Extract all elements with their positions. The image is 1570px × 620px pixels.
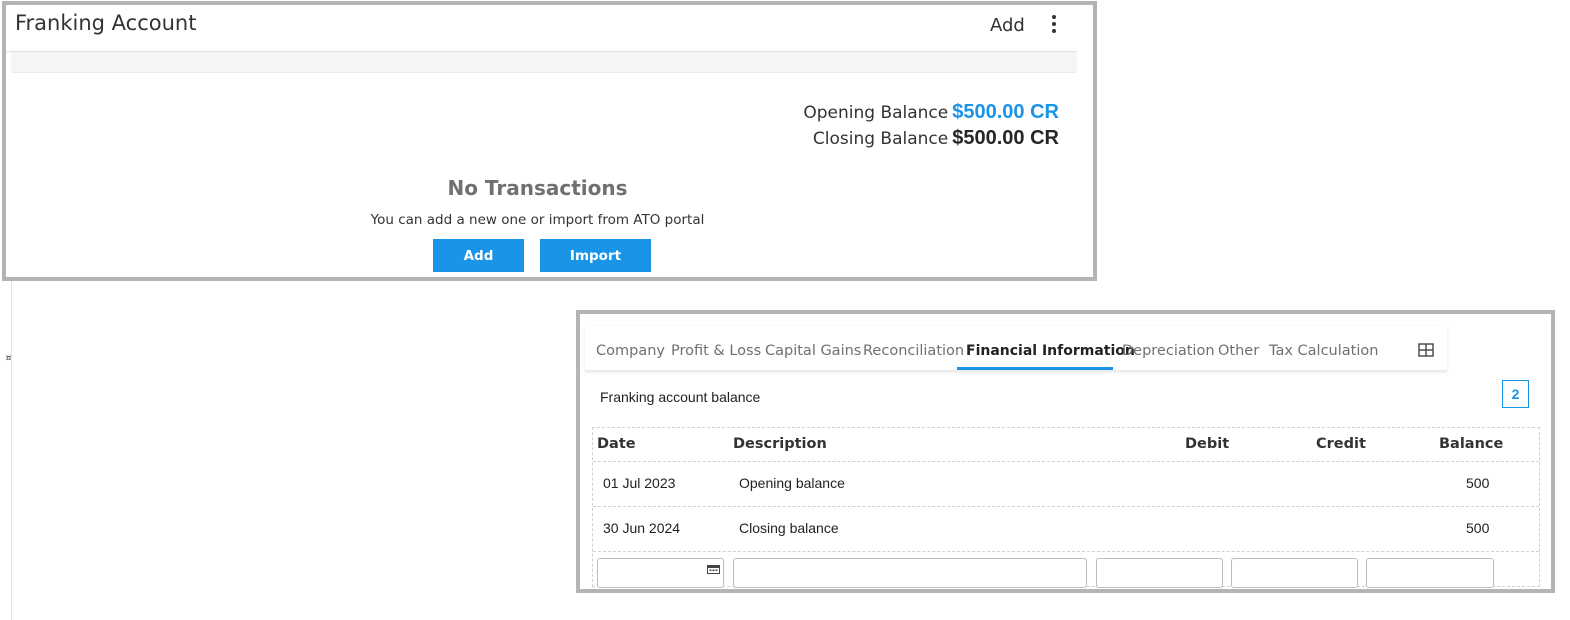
tab-company[interactable]: Company bbox=[596, 343, 665, 359]
section-label: Franking account balance bbox=[600, 389, 761, 405]
cell-description: Closing balance bbox=[739, 520, 839, 536]
balance-input[interactable] bbox=[1366, 558, 1494, 588]
active-tab-indicator bbox=[957, 367, 1113, 370]
description-input[interactable] bbox=[733, 558, 1087, 588]
panel-title: Franking Account bbox=[15, 11, 197, 35]
cell-description: Opening balance bbox=[739, 475, 845, 491]
debit-input[interactable] bbox=[1096, 558, 1223, 588]
tab-bar: Company Profit & Loss Capital Gains Reco… bbox=[585, 326, 1447, 371]
import-button[interactable]: Import bbox=[540, 239, 651, 272]
tab-capital-gains[interactable]: Capital Gains bbox=[765, 343, 861, 359]
cell-balance: 500 bbox=[1466, 475, 1490, 491]
table-row: 01 Jul 2023 Opening balance 500 bbox=[593, 462, 1539, 507]
add-transaction-button[interactable]: Add bbox=[433, 239, 524, 272]
header-add-button[interactable]: Add bbox=[990, 15, 1025, 36]
cell-date: 30 Jun 2024 bbox=[603, 520, 681, 536]
panel-header: Franking Account Add bbox=[6, 5, 1077, 52]
opening-balance-amount: $500.00 CR bbox=[952, 101, 1059, 123]
toolbar-band bbox=[11, 52, 1077, 73]
edge-marker: ¤ bbox=[5, 351, 12, 364]
table-header: Date Description Debit Credit Balance bbox=[593, 428, 1539, 462]
opening-balance: Opening Balance $500.00 CR bbox=[803, 101, 1059, 124]
column-header-date: Date bbox=[597, 436, 636, 452]
column-header-credit: Credit bbox=[1316, 436, 1366, 452]
column-header-description: Description bbox=[733, 436, 827, 452]
credit-input[interactable] bbox=[1231, 558, 1358, 588]
empty-state-title: No Transactions bbox=[447, 176, 628, 200]
closing-balance-label: Closing Balance bbox=[812, 129, 949, 149]
tab-financial-information[interactable]: Financial Information bbox=[966, 343, 1135, 359]
kebab-menu-icon[interactable] bbox=[1046, 13, 1062, 37]
franking-account-panel: Franking Account Add Opening Balance $500… bbox=[2, 1, 1097, 281]
franking-balance-table: Date Description Debit Credit Balance 01… bbox=[592, 427, 1540, 588]
tab-tax-calculation[interactable]: Tax Calculation bbox=[1269, 343, 1378, 359]
tab-profit-loss[interactable]: Profit & Loss bbox=[671, 343, 761, 359]
grid-layout-icon[interactable] bbox=[1418, 343, 1434, 357]
count-badge[interactable]: 2 bbox=[1502, 380, 1529, 408]
closing-balance-amount: $500.00 CR bbox=[952, 127, 1059, 149]
tab-depreciation[interactable]: Depreciation bbox=[1122, 343, 1215, 359]
column-header-balance: Balance bbox=[1439, 436, 1504, 452]
tab-other[interactable]: Other bbox=[1218, 343, 1259, 359]
closing-balance: Closing Balance $500.00 CR bbox=[813, 127, 1059, 150]
table-row: 30 Jun 2024 Closing balance 500 bbox=[593, 507, 1539, 552]
date-input[interactable] bbox=[597, 558, 724, 588]
workpaper-panel: Company Profit & Loss Capital Gains Reco… bbox=[576, 310, 1555, 593]
cell-date: 01 Jul 2023 bbox=[603, 475, 676, 491]
opening-balance-label: Opening Balance bbox=[803, 103, 949, 123]
calendar-icon[interactable] bbox=[707, 564, 720, 574]
empty-state-subtitle: You can add a new one or import from ATO… bbox=[370, 212, 705, 228]
tab-reconciliation[interactable]: Reconciliation bbox=[863, 343, 964, 359]
cell-balance: 500 bbox=[1466, 520, 1490, 536]
column-header-debit: Debit bbox=[1185, 436, 1230, 452]
